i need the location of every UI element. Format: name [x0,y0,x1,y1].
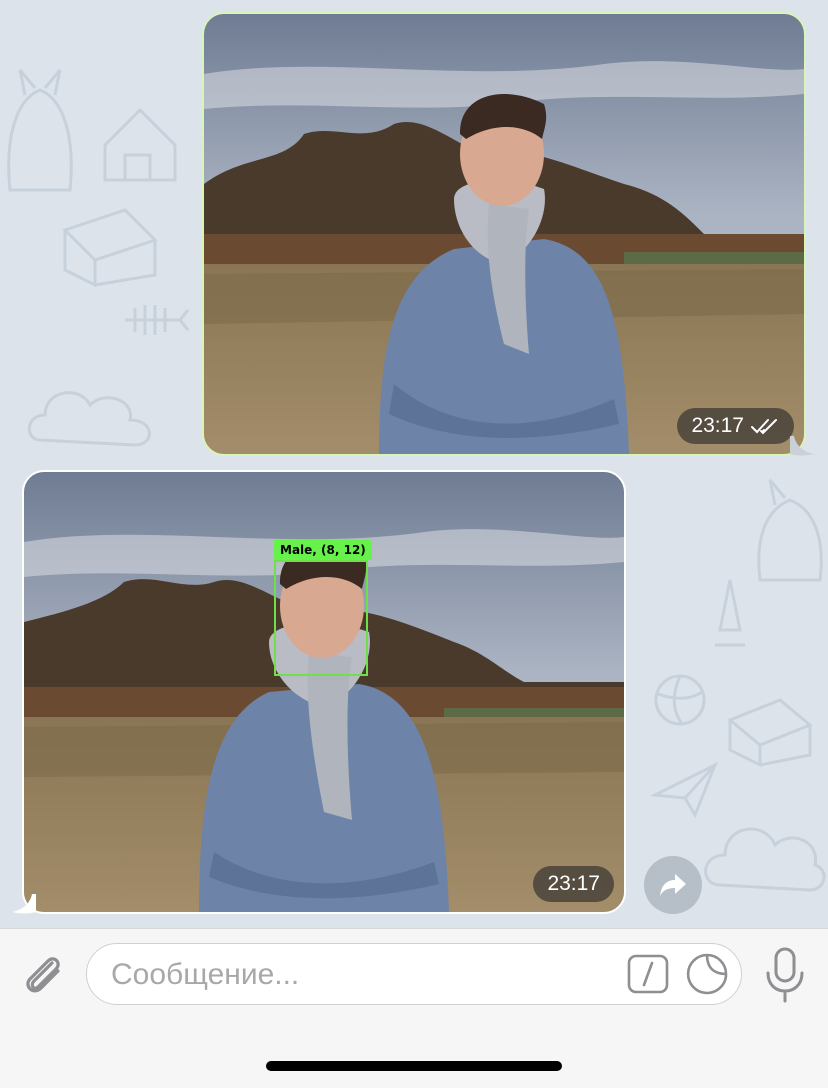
message-time: 23:17 [547,872,600,895]
paperclip-icon[interactable] [18,949,68,999]
house-doodle-icon [103,107,177,182]
ball-doodle-icon [654,674,706,726]
box-doodle-icon [727,698,813,768]
portrait-photo [204,14,804,454]
message-composer [0,928,828,1088]
message-input[interactable] [109,944,593,1006]
outgoing-bubble-tail [790,436,814,456]
bird-doodle-icon [715,579,745,647]
cloud-doodle-icon [27,391,151,447]
cat-doodle-icon [7,69,73,192]
message-time-badge: 23:17 [533,866,614,902]
slash-command-icon[interactable] [627,954,669,994]
message-time-badge: 23:17 [677,408,794,444]
outgoing-photo-message[interactable]: 23:17 [202,12,806,456]
cloud-cat-doodle-icon [704,827,826,892]
box-doodle-icon [62,208,158,288]
incoming-bubble-tail [12,894,36,914]
double-check-icon [751,419,777,435]
share-arrow-icon [660,874,686,896]
annotated-portrait-photo [24,472,624,912]
incoming-photo-message[interactable]: Male, (8, 12) 23:17 [22,470,626,914]
face-detection-label: Male, (8, 12) [274,540,372,560]
message-input-container [86,943,742,1006]
sticker-icon[interactable] [685,952,729,996]
fishbone-doodle-icon [125,305,190,335]
home-indicator [266,1061,562,1071]
microphone-icon[interactable] [762,947,808,1003]
share-button[interactable] [644,856,702,914]
message-time: 23:17 [691,414,744,437]
face-detection-box [274,560,368,676]
